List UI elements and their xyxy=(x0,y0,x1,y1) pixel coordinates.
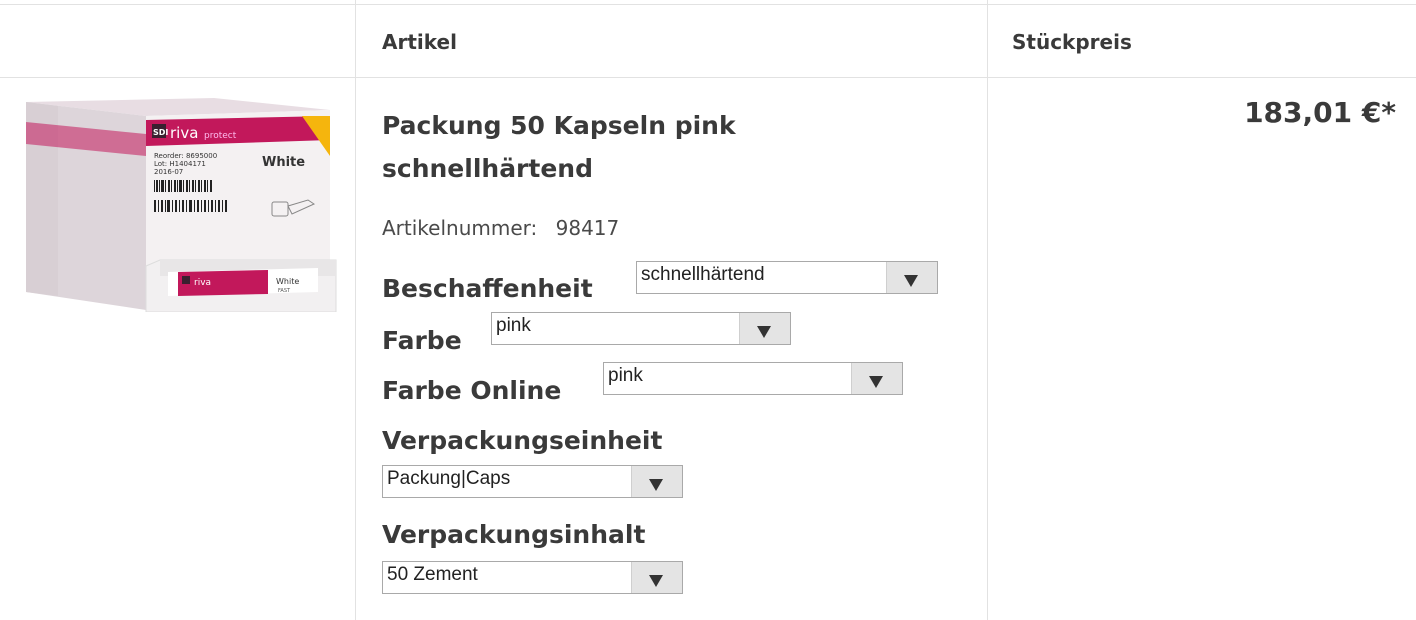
image-expiry-text: 2016-07 xyxy=(154,168,183,176)
cart-table: Artikel Stückpreis SDI riva protect Reor… xyxy=(0,0,1416,620)
image-brand-sub-text: protect xyxy=(204,131,237,141)
chevron-down-icon xyxy=(869,376,883,388)
beschaffenheit-select-value: schnellhärtend xyxy=(641,264,765,285)
column-header-stueckpreis: Stückpreis xyxy=(1012,30,1132,54)
product-image[interactable]: SDI riva protect Reorder: 8695000 Lot: H… xyxy=(18,96,338,312)
image-shade-text: White xyxy=(262,155,305,170)
option-label-farbe: Farbe xyxy=(382,326,462,355)
pouch-brand-band xyxy=(178,270,268,296)
farbe-online-dropdown-button[interactable] xyxy=(851,363,902,394)
option-label-beschaffenheit: Beschaffenheit xyxy=(382,274,593,303)
verpackungsinhalt-select[interactable]: 50 Zement xyxy=(382,561,683,594)
unit-price: 183,01 €* xyxy=(1244,96,1396,129)
article-number-label: Artikelnummer: xyxy=(382,216,538,240)
beschaffenheit-dropdown-button[interactable] xyxy=(886,262,937,293)
chevron-down-icon xyxy=(649,479,663,491)
farbe-select[interactable]: pink xyxy=(491,312,791,345)
farbe-select-value: pink xyxy=(496,315,531,336)
article-number-value: 98417 xyxy=(555,216,620,240)
option-label-verpackungseinheit: Verpackungseinheit xyxy=(382,426,663,455)
article-number: Artikelnummer: 98417 xyxy=(382,216,619,240)
farbe-dropdown-button[interactable] xyxy=(739,313,790,344)
verpackungseinheit-select-value: Packung|Caps xyxy=(387,468,511,489)
farbe-online-select[interactable]: pink xyxy=(603,362,903,395)
table-top-border xyxy=(0,4,1416,5)
pouch-brand-text: riva xyxy=(194,278,211,288)
chevron-down-icon xyxy=(904,275,918,287)
column-divider-price xyxy=(987,0,988,620)
verpackungsinhalt-dropdown-button[interactable] xyxy=(631,562,682,593)
chevron-down-icon xyxy=(757,326,771,338)
option-label-farbe-online: Farbe Online xyxy=(382,376,562,405)
farbe-online-select-value: pink xyxy=(608,365,643,386)
product-title[interactable]: Packung 50 Kapseln pink schnellhärtend xyxy=(382,104,882,190)
verpackungseinheit-select[interactable]: Packung|Caps xyxy=(382,465,683,498)
pouch-fast-text: FAST xyxy=(278,288,291,294)
column-divider-image xyxy=(355,0,356,620)
verpackungseinheit-dropdown-button[interactable] xyxy=(631,466,682,497)
image-lot-text: Lot: H1404171 xyxy=(154,160,206,168)
image-reorder-text: Reorder: 8695000 xyxy=(154,152,217,160)
verpackungsinhalt-select-value: 50 Zement xyxy=(387,564,478,585)
chevron-down-icon xyxy=(649,575,663,587)
header-divider xyxy=(0,77,1416,78)
image-logo-text: SDI xyxy=(153,128,168,137)
option-label-verpackungsinhalt: Verpackungsinhalt xyxy=(382,520,646,549)
image-brand-text: riva xyxy=(170,124,198,142)
pouch-shade-text: White xyxy=(276,277,299,286)
column-header-artikel: Artikel xyxy=(382,30,457,54)
beschaffenheit-select[interactable]: schnellhärtend xyxy=(636,261,938,294)
